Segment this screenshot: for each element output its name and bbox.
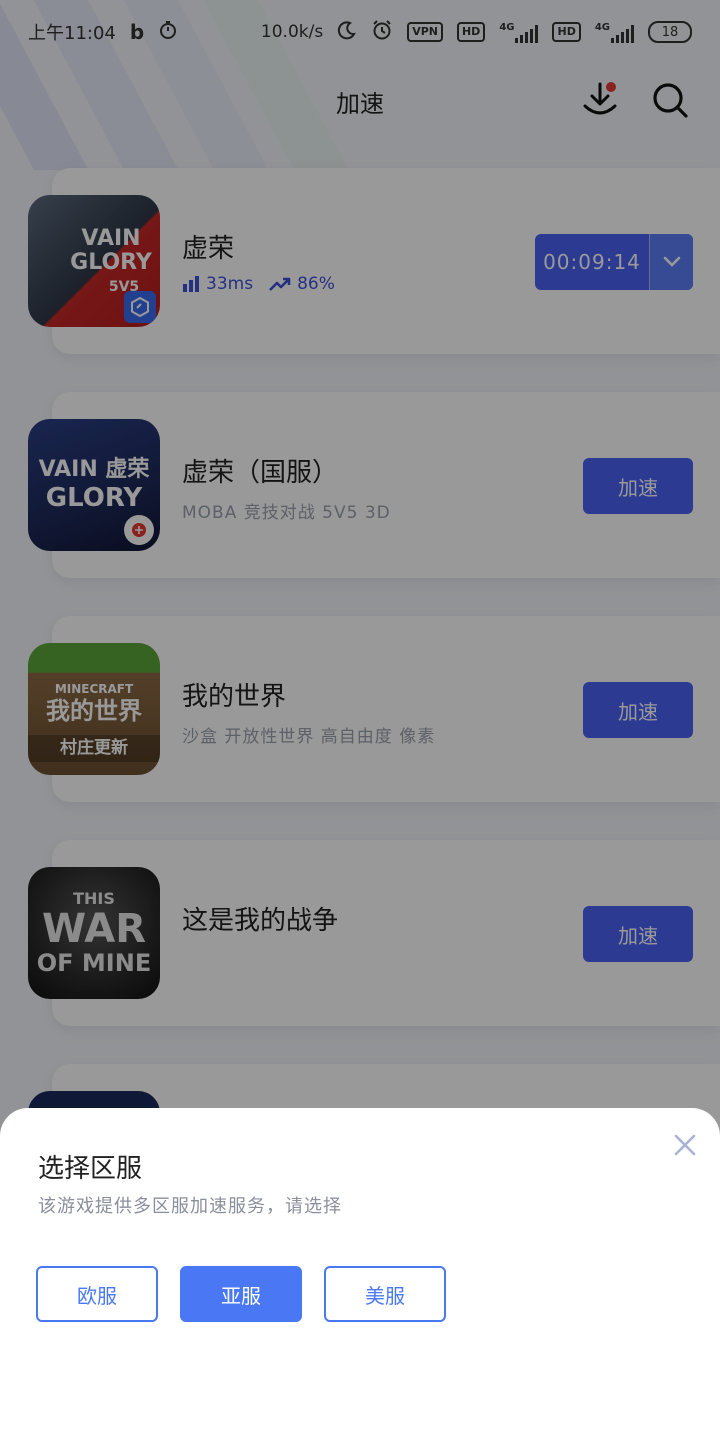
sheet-title: 选择区服	[38, 1154, 143, 1184]
region-select-sheet: 选择区服 该游戏提供多区服加速服务，请选择 欧服 亚服 美服	[0, 1108, 720, 1439]
sheet-subtitle: 该游戏提供多区服加速服务，请选择	[38, 1196, 342, 1217]
close-button[interactable]	[670, 1130, 700, 1160]
close-icon	[674, 1134, 696, 1156]
region-asia-button[interactable]: 亚服	[180, 1266, 302, 1322]
region-options: 欧服 亚服 美服	[36, 1266, 446, 1322]
region-eu-button[interactable]: 欧服	[36, 1266, 158, 1322]
region-us-button[interactable]: 美服	[324, 1266, 446, 1322]
